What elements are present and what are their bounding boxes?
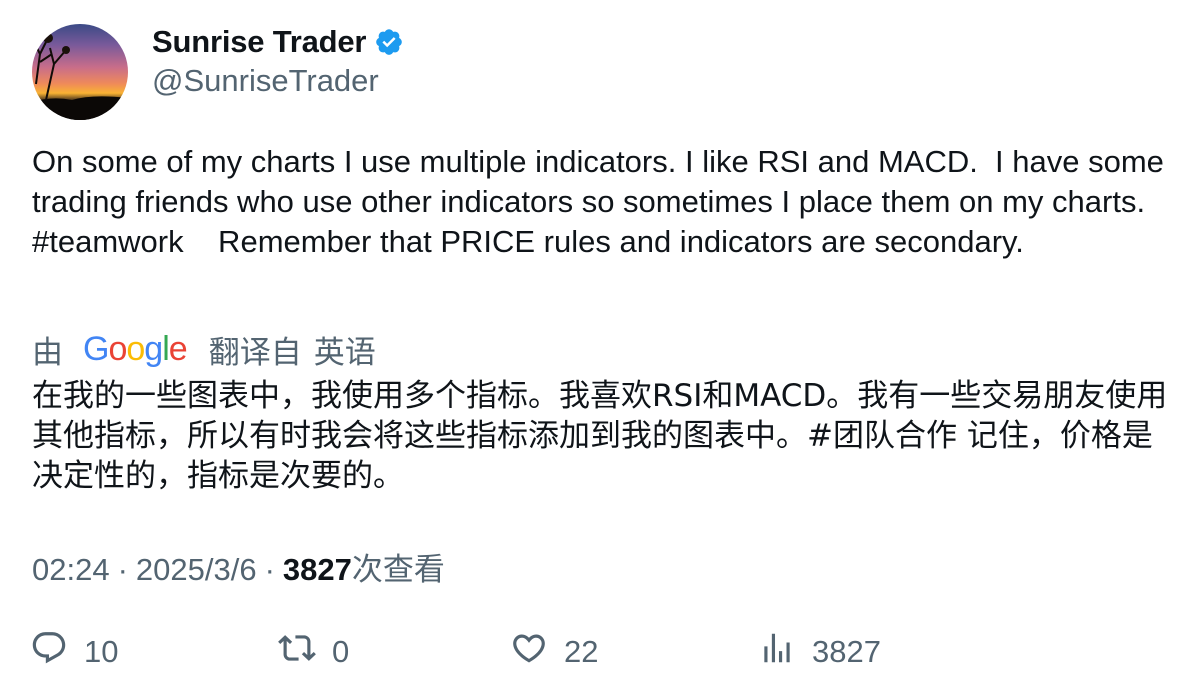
tweet-text: On some of my charts I use multiple indi… (32, 144, 1173, 259)
author-name-row: Sunrise Trader (152, 22, 404, 62)
views-label: 次查看 (351, 552, 445, 588)
analytics-icon (758, 629, 796, 675)
meta-separator: · (117, 552, 128, 587)
retweet-icon (278, 629, 316, 675)
like-button[interactable]: 22 (510, 628, 598, 676)
reply-icon (30, 629, 68, 675)
translation-from-label: 翻译自 (208, 334, 302, 371)
avatar[interactable] (32, 24, 128, 120)
views-button[interactable]: 3827 (758, 628, 881, 676)
meta-separator: · (264, 552, 275, 587)
retweet-count: 0 (332, 634, 350, 669)
translation-attribution[interactable]: 由 Google 翻译自 英语 (32, 327, 376, 371)
tweet: Sunrise Trader @SunriseTrader On some of… (0, 0, 1196, 698)
heart-icon (510, 629, 548, 675)
translated-tweet-text: 在我的一些图表中，我使用多个指标。我喜欢RSI和MACD。我有一些交易朋友使用其… (32, 378, 1168, 494)
translation-by-label: 由 (32, 334, 63, 371)
reply-count: 10 (84, 634, 119, 669)
like-count: 22 (564, 634, 599, 669)
tweet-date[interactable]: 2025/3/6 (136, 552, 257, 588)
google-logo: Google (83, 329, 188, 368)
tweet-time[interactable]: 02:24 (32, 552, 110, 588)
views-action-count: 3827 (812, 634, 881, 669)
action-bar: 10 0 22 3827 (30, 628, 1170, 676)
views-count: 3827 (282, 552, 352, 587)
author-handle[interactable]: @SunriseTrader (152, 63, 379, 99)
retweet-button[interactable]: 0 (278, 628, 349, 676)
tweet-metadata: 02:24 · 2025/3/6 · 3827 次查看 (32, 544, 445, 589)
avatar-silhouette (32, 33, 128, 120)
reply-button[interactable]: 10 (30, 628, 118, 676)
verified-badge-icon[interactable] (374, 27, 404, 57)
author-display-name[interactable]: Sunrise Trader (152, 24, 366, 60)
translation-source-language: 英语 (313, 334, 376, 371)
